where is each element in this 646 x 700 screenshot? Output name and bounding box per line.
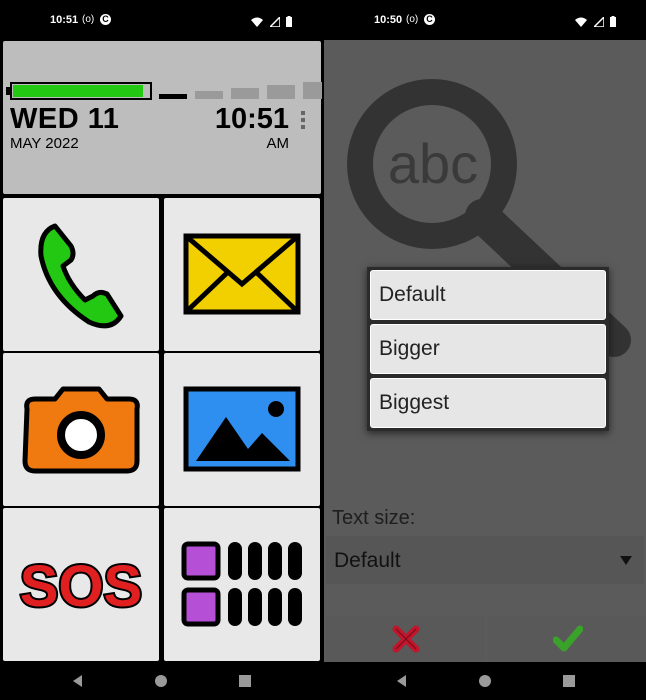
text-size-menu: Default Bigger Biggest — [367, 267, 609, 431]
signal-bar — [303, 82, 322, 99]
c-app-icon: C — [100, 14, 112, 25]
svg-text:SOS: SOS — [20, 554, 143, 619]
battery-icon — [286, 16, 292, 28]
cell-signal-icon — [269, 16, 280, 27]
gallery-tile[interactable] — [164, 353, 320, 506]
menu-option-bigger[interactable]: Bigger — [370, 324, 606, 374]
wifi-icon — [575, 17, 588, 27]
text-size-value: Default — [334, 549, 401, 572]
signal-strength-bars — [159, 82, 322, 99]
menu-option-biggest[interactable]: Biggest — [370, 378, 606, 428]
text-size-label: Text size: — [332, 507, 416, 529]
broadcast-icon: (o) — [406, 14, 419, 25]
wifi-icon — [251, 17, 264, 27]
cancel-icon — [392, 625, 420, 653]
signal-bar — [195, 91, 223, 99]
signal-bar — [267, 85, 295, 99]
sos-tile[interactable]: SOS — [3, 508, 159, 661]
recents-icon[interactable] — [237, 673, 253, 689]
broadcast-icon: (o) — [82, 14, 95, 25]
date-month-year: MAY 2022 — [10, 135, 79, 152]
home-icon[interactable] — [153, 673, 169, 689]
navigation-bar — [0, 662, 322, 700]
status-time: 10:50 — [374, 14, 403, 26]
camera-tile[interactable] — [3, 353, 159, 506]
phone-tile[interactable] — [3, 198, 159, 351]
date-day: WED 11 — [10, 103, 120, 135]
more-options-icon[interactable] — [301, 111, 305, 132]
menu-option-default[interactable]: Default — [370, 270, 606, 320]
recents-icon[interactable] — [561, 673, 577, 689]
signal-bar — [159, 94, 187, 99]
sos-icon: SOS — [18, 552, 145, 621]
app-grid-icon — [181, 541, 302, 627]
signal-bar — [231, 88, 259, 99]
back-icon[interactable] — [394, 673, 410, 689]
back-icon[interactable] — [70, 673, 86, 689]
battery-icon — [610, 16, 616, 28]
text-size-select[interactable]: Default — [326, 536, 644, 584]
status-time: 10:51 — [50, 14, 79, 26]
gallery-icon — [183, 386, 301, 472]
all-apps-tile[interactable] — [164, 508, 320, 661]
battery-level-bar — [6, 82, 152, 100]
cell-signal-icon — [593, 16, 604, 27]
c-app-icon: C — [424, 14, 436, 25]
messages-tile[interactable] — [164, 198, 320, 351]
cancel-button[interactable] — [326, 616, 485, 662]
dropdown-arrow-icon — [620, 556, 632, 565]
status-bar: 10:51 (o) C — [0, 0, 322, 40]
clock-time: 10:51 — [214, 103, 289, 135]
status-bar: 10:50 (o) C — [324, 0, 646, 40]
confirm-icon — [553, 625, 583, 652]
confirm-button[interactable] — [487, 616, 646, 662]
mail-icon — [183, 233, 301, 315]
phone-icon — [38, 223, 124, 329]
clock-widget[interactable]: WED 11 MAY 2022 10:51 AM — [3, 41, 322, 194]
home-icon[interactable] — [477, 673, 493, 689]
phone-screen-text-size: 10:50 (o) C abc Default Bigger Biggest T… — [324, 0, 646, 700]
phone-screen-launcher: 10:51 (o) C WED 11 MAY 2022 10:51 AM SOS — [0, 0, 322, 700]
magnifier-label: abc — [387, 132, 479, 195]
navigation-bar — [324, 662, 646, 700]
clock-ampm: AM — [266, 135, 290, 152]
camera-icon — [22, 386, 140, 474]
